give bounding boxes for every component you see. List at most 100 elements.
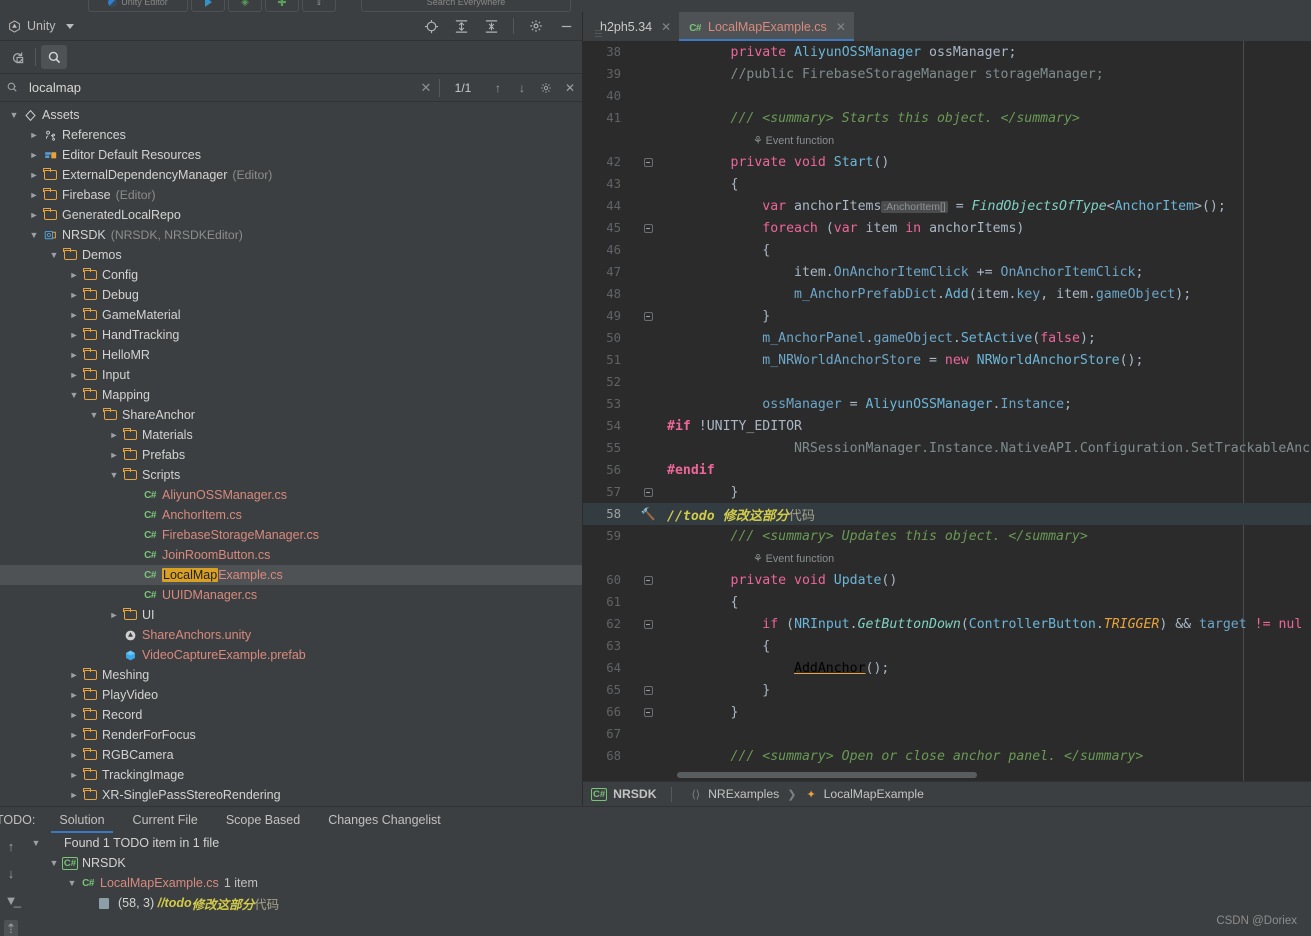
todo-tab[interactable]: Changes Changelist — [314, 807, 455, 833]
tree-folder-item[interactable]: ► GeneratedLocalRepo — [0, 205, 582, 225]
code-line[interactable]: 55 NRSessionManager.Instance.NativeAPI.C… — [583, 437, 1311, 459]
code-line[interactable]: 48 m_AnchorPrefabDict.Add(item.key, item… — [583, 283, 1311, 305]
code-folding-toggle[interactable] — [643, 311, 653, 321]
tree-file-item[interactable]: C# JoinRoomButton.cs — [0, 545, 582, 565]
chevron-down-icon[interactable] — [66, 23, 75, 29]
next-match-icon[interactable]: ↓ — [510, 81, 534, 95]
code-gutter[interactable] — [629, 311, 667, 321]
chevron-down-icon[interactable]: ▼ — [26, 230, 42, 240]
code-line[interactable]: 41 /// <summary> Starts this object. </s… — [583, 107, 1311, 129]
code-folding-toggle[interactable] — [643, 487, 653, 497]
tree-folder-item[interactable]: ► References — [0, 125, 582, 145]
code-folding-toggle[interactable] — [643, 619, 653, 629]
todo-result-row[interactable]: ▼ Found 1 TODO item in 1 file — [22, 833, 1311, 853]
code-line[interactable]: ⚘ Event function — [583, 129, 1311, 151]
code-gutter[interactable] — [629, 575, 667, 585]
tree-file-item[interactable]: VideoCaptureExample.prefab — [0, 645, 582, 665]
code-gutter[interactable]: 🔨 — [629, 507, 667, 521]
code-line[interactable]: 42 private void Start() — [583, 151, 1311, 173]
tree-folder-item[interactable]: ► Config — [0, 265, 582, 285]
breadcrumb-namespace[interactable]: NRExamples — [708, 787, 779, 801]
tree-folder-item[interactable]: ► XR-SinglePassStereoRendering — [0, 785, 582, 804]
chevron-right-icon[interactable]: ► — [26, 210, 42, 220]
code-line[interactable]: 49 } — [583, 305, 1311, 327]
tree-folder-item[interactable]: ► Debug — [0, 285, 582, 305]
chevron-down-icon[interactable]: ▼ — [86, 410, 102, 420]
tree-folder-item[interactable]: ▼ NRSDK (NRSDK, NRSDKEditor) — [0, 225, 582, 245]
chevron-down-icon[interactable]: ▼ — [64, 878, 80, 888]
code-gutter[interactable] — [629, 619, 667, 629]
code-folding-toggle[interactable] — [643, 223, 653, 233]
tree-folder-item[interactable]: ► Meshing — [0, 665, 582, 685]
tree-folder-item[interactable]: ► GameMaterial — [0, 305, 582, 325]
tree-file-item[interactable]: C# LocalMapExample.cs — [0, 565, 582, 585]
close-icon[interactable]: ✕ — [836, 20, 846, 34]
chevron-down-icon[interactable]: ▼ — [28, 838, 44, 848]
code-gutter[interactable] — [629, 707, 667, 717]
chevron-right-icon[interactable]: ► — [66, 730, 82, 740]
collapse-all-icon[interactable] — [483, 18, 499, 34]
tree-folder-item[interactable]: ► Prefabs — [0, 445, 582, 465]
tree-folder-item[interactable]: ► Firebase (Editor) — [0, 185, 582, 205]
chevron-right-icon[interactable]: ► — [106, 610, 122, 620]
close-search-icon[interactable]: ✕ — [558, 81, 582, 95]
search-settings-icon[interactable] — [534, 82, 558, 94]
code-gutter[interactable] — [629, 157, 667, 167]
chevron-right-icon[interactable]: ► — [66, 710, 82, 720]
code-line[interactable]: 61 { — [583, 591, 1311, 613]
editor-tab[interactable]: h2ph5.34 ✕ — [583, 12, 679, 41]
code-line[interactable]: 60 private void Update() — [583, 569, 1311, 591]
code-line[interactable]: 44 var anchorItems:AnchorItem[] = FindOb… — [583, 195, 1311, 217]
chevron-down-icon[interactable]: ▼ — [46, 250, 62, 260]
prev-occurrence-icon[interactable]: ↑ — [8, 839, 15, 854]
scrollbar-thumb[interactable] — [677, 772, 977, 778]
code-line[interactable]: 62 if (NRInput.GetButtonDown(ControllerB… — [583, 613, 1311, 635]
chevron-right-icon[interactable]: ► — [66, 310, 82, 320]
code-line[interactable]: 46 { — [583, 239, 1311, 261]
code-line[interactable]: 54 #if !UNITY_EDITOR — [583, 415, 1311, 437]
tree-file-item[interactable]: C# UUIDManager.cs — [0, 585, 582, 605]
chevron-right-icon[interactable]: ► — [66, 350, 82, 360]
breadcrumb-project[interactable]: NRSDK — [613, 787, 656, 801]
chevron-right-icon[interactable]: ► — [106, 430, 122, 440]
prev-match-icon[interactable]: ↑ — [486, 81, 510, 95]
tree-folder-item[interactable]: ► Materials — [0, 425, 582, 445]
tree-folder-item[interactable]: ► UI — [0, 605, 582, 625]
code-line[interactable]: 66 } — [583, 701, 1311, 723]
tree-file-item[interactable]: C# FirebaseStorageManager.cs — [0, 525, 582, 545]
code-line[interactable]: 65 } — [583, 679, 1311, 701]
tree-folder-item[interactable]: ► TrackingImage — [0, 765, 582, 785]
code-folding-toggle[interactable] — [643, 685, 653, 695]
chevron-down-icon[interactable]: ▼ — [66, 390, 82, 400]
run-button[interactable] — [191, 0, 225, 12]
code-line[interactable]: 47 item.OnAnchorItemClick += OnAnchorIte… — [583, 261, 1311, 283]
chevron-right-icon[interactable]: ► — [106, 450, 122, 460]
chevron-down-icon[interactable]: ▼ — [46, 858, 62, 868]
chevron-right-icon[interactable]: ► — [66, 770, 82, 780]
breadcrumb-class[interactable]: LocalMapExample — [824, 787, 924, 801]
code-folding-toggle[interactable] — [643, 575, 653, 585]
code-line[interactable]: 56 #endif — [583, 459, 1311, 481]
todo-tabs[interactable]: TODO: SolutionCurrent FileScope BasedCha… — [0, 807, 1311, 833]
next-occurrence-icon[interactable]: ↓ — [8, 866, 15, 881]
clear-icon[interactable]: ✕ — [413, 80, 439, 96]
code-gutter[interactable] — [629, 223, 667, 233]
code-line[interactable]: 58 🔨 //todo 修改这部分代码 — [583, 503, 1311, 525]
code-line[interactable]: 67 — [583, 723, 1311, 745]
close-icon[interactable]: ✕ — [661, 20, 671, 34]
tree-folder-item[interactable]: ▼ Assets — [0, 105, 582, 125]
chevron-right-icon[interactable]: ► — [26, 170, 42, 180]
code-line[interactable]: 39 //public FirebaseStorageManager stora… — [583, 63, 1311, 85]
chevron-right-icon[interactable]: ► — [66, 370, 82, 380]
code-line[interactable]: 38 private AliyunOSSManager ossManager; — [583, 41, 1311, 63]
debug-button[interactable]: ◈ — [228, 0, 262, 12]
code-line[interactable]: 51 m_NRWorldAnchorStore = new NRWorldAnc… — [583, 349, 1311, 371]
code-line[interactable]: 52 — [583, 371, 1311, 393]
tree-folder-item[interactable]: ► RGBCamera — [0, 745, 582, 765]
tree-file-item[interactable]: C# AliyunOSSManager.cs — [0, 485, 582, 505]
code-line[interactable]: ⚘ Event function — [583, 547, 1311, 569]
export-icon[interactable]: ⇡ — [3, 920, 19, 936]
code-line[interactable]: 64 AddAnchor(); — [583, 657, 1311, 679]
tree-folder-item[interactable]: ► HandTracking — [0, 325, 582, 345]
chevron-right-icon[interactable]: ► — [26, 150, 42, 160]
